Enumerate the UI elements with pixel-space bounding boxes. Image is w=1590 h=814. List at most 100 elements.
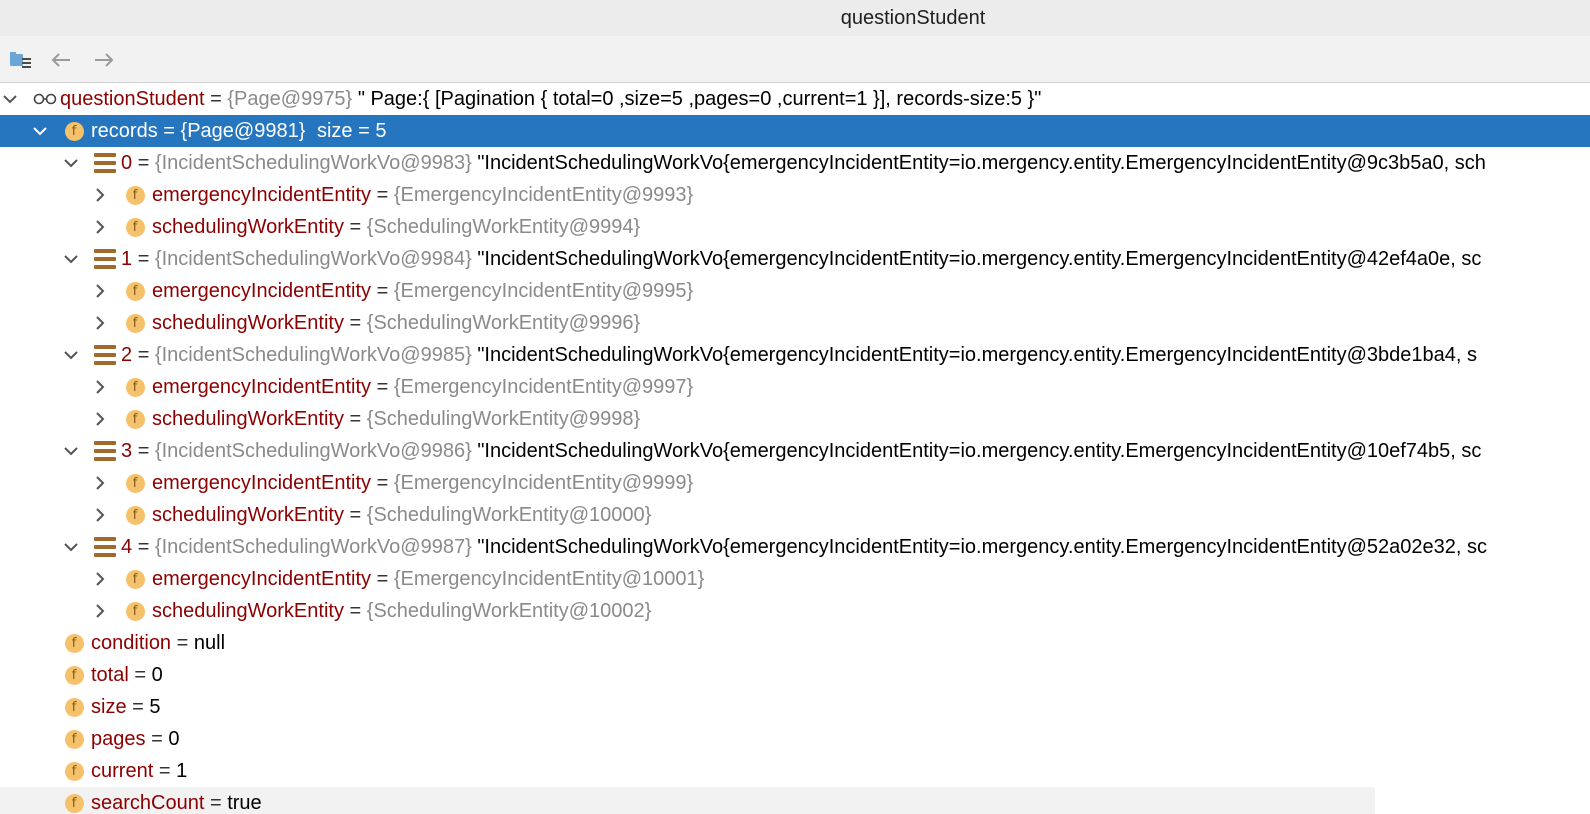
field-ref: {SchedulingWorkEntity@10002} (366, 600, 652, 622)
field-ref: {SchedulingWorkEntity@9996} (366, 312, 641, 334)
field-icon: f (64, 633, 84, 653)
variables-tree: questionStudent = {Page@9975} " Page:{ [… (0, 83, 1590, 814)
equals-sign: = (376, 472, 389, 494)
tree-row-root[interactable]: questionStudent = {Page@9975} " Page:{ [… (0, 83, 1590, 115)
array-element-icon (94, 249, 116, 269)
equals-sign: = (163, 120, 175, 142)
chevron-right-icon[interactable] (90, 281, 110, 301)
chevron-down-icon[interactable] (61, 153, 81, 173)
item-string: "IncidentSchedulingWorkVo{emergencyIncid… (477, 536, 1487, 558)
field-ref: {SchedulingWorkEntity@9994} (366, 216, 641, 238)
item-string: "IncidentSchedulingWorkVo{emergencyIncid… (477, 344, 1477, 366)
field-name: emergencyIncidentEntity (152, 184, 372, 206)
equals-sign: = (137, 248, 150, 270)
tree-row-current[interactable]: f current = 1 (0, 755, 1590, 787)
item-index: 0 (121, 152, 133, 174)
chevron-right-icon[interactable] (90, 569, 110, 589)
equals-sign: = (376, 376, 389, 398)
field-ref: {EmergencyIncidentEntity@9997} (393, 376, 694, 398)
field-ref: {EmergencyIncidentEntity@9995} (393, 280, 694, 302)
back-arrow-icon[interactable] (49, 48, 73, 72)
item-ref: {IncidentSchedulingWorkVo@9985} (154, 344, 472, 366)
field-name: pages (91, 728, 146, 750)
records-size: size = 5 (316, 120, 387, 142)
tree-row-emergency-4[interactable]: f emergencyIncidentEntity = {EmergencyIn… (0, 563, 1590, 595)
equals-sign: = (349, 504, 362, 526)
chevron-right-icon[interactable] (90, 217, 110, 237)
folder-list-icon[interactable] (9, 48, 33, 72)
root-name: questionStudent (60, 88, 205, 110)
chevron-down-icon[interactable] (0, 89, 20, 109)
field-icon: f (125, 217, 145, 237)
chevron-down-icon[interactable] (61, 345, 81, 365)
equals-sign: = (158, 760, 171, 782)
field-icon: f (125, 601, 145, 621)
equals-sign: = (349, 312, 362, 334)
tree-row-item-4[interactable]: 4 = {IncidentSchedulingWorkVo@9987} "Inc… (0, 531, 1590, 563)
field-icon: f (125, 505, 145, 525)
field-value: 0 (168, 728, 180, 750)
chevron-right-icon[interactable] (90, 409, 110, 429)
tree-row-searchcount[interactable]: f searchCount = true (0, 787, 1375, 814)
field-icon: f (64, 761, 84, 781)
field-ref: {EmergencyIncidentEntity@9999} (393, 472, 694, 494)
item-string: "IncidentSchedulingWorkVo{emergencyIncid… (477, 440, 1482, 462)
debugger-toolbar (0, 36, 1590, 83)
tree-row-scheduling-3[interactable]: f schedulingWorkEntity = {SchedulingWork… (0, 499, 1590, 531)
item-ref: {IncidentSchedulingWorkVo@9986} (154, 440, 472, 462)
chevron-right-icon[interactable] (90, 377, 110, 397)
chevron-right-icon[interactable] (90, 601, 110, 621)
tree-row-total[interactable]: f total = 0 (0, 659, 1590, 691)
field-value: 1 (176, 760, 188, 782)
tree-row-records[interactable]: f records = {Page@9981} size = 5 (0, 115, 1590, 147)
tree-row-size[interactable]: f size = 5 (0, 691, 1590, 723)
tree-row-item-3[interactable]: 3 = {IncidentSchedulingWorkVo@9986} "Inc… (0, 435, 1590, 467)
tree-row-scheduling-0[interactable]: f schedulingWorkEntity = {SchedulingWork… (0, 211, 1590, 243)
tree-row-item-0[interactable]: 0 = {IncidentSchedulingWorkVo@9983} "Inc… (0, 147, 1590, 179)
equals-sign: = (349, 600, 362, 622)
equals-sign: = (137, 152, 150, 174)
tree-row-scheduling-2[interactable]: f schedulingWorkEntity = {SchedulingWork… (0, 403, 1590, 435)
watch-glasses-icon (33, 89, 57, 109)
field-value: true (227, 792, 262, 814)
item-string: "IncidentSchedulingWorkVo{emergencyIncid… (477, 152, 1486, 174)
root-ref: {Page@9975} (227, 88, 353, 110)
field-name: schedulingWorkEntity (152, 408, 344, 430)
chevron-down-icon[interactable] (61, 441, 81, 461)
field-name: emergencyIncidentEntity (152, 376, 372, 398)
chevron-right-icon[interactable] (90, 505, 110, 525)
tree-row-emergency-1[interactable]: f emergencyIncidentEntity = {EmergencyIn… (0, 275, 1590, 307)
chevron-right-icon[interactable] (90, 473, 110, 493)
array-element-icon (94, 153, 116, 173)
chevron-right-icon[interactable] (90, 185, 110, 205)
field-name: schedulingWorkEntity (152, 504, 344, 526)
equals-sign: = (137, 344, 150, 366)
root-string: " Page:{ [Pagination { total=0 ,size=5 ,… (357, 88, 1042, 110)
item-ref: {IncidentSchedulingWorkVo@9987} (154, 536, 472, 558)
chevron-down-icon[interactable] (30, 121, 50, 141)
equals-sign: = (209, 792, 222, 814)
tree-row-emergency-0[interactable]: f emergencyIncidentEntity = {EmergencyIn… (0, 179, 1590, 211)
forward-arrow-icon[interactable] (92, 48, 116, 72)
tree-row-item-2[interactable]: 2 = {IncidentSchedulingWorkVo@9985} "Inc… (0, 339, 1590, 371)
field-icon: f (125, 569, 145, 589)
item-index: 4 (121, 536, 133, 558)
tree-row-scheduling-4[interactable]: f schedulingWorkEntity = {SchedulingWork… (0, 595, 1590, 627)
tree-row-scheduling-1[interactable]: f schedulingWorkEntity = {SchedulingWork… (0, 307, 1590, 339)
field-value: 5 (149, 696, 161, 718)
tree-row-emergency-2[interactable]: f emergencyIncidentEntity = {EmergencyIn… (0, 371, 1590, 403)
item-index: 2 (121, 344, 133, 366)
tree-row-item-1[interactable]: 1 = {IncidentSchedulingWorkVo@9984} "Inc… (0, 243, 1590, 275)
tree-row-pages[interactable]: f pages = 0 (0, 723, 1590, 755)
chevron-down-icon[interactable] (61, 249, 81, 269)
tree-row-condition[interactable]: f condition = null (0, 627, 1590, 659)
equals-sign: = (349, 216, 362, 238)
field-name: emergencyIncidentEntity (152, 472, 372, 494)
field-name: size (91, 696, 127, 718)
tree-row-emergency-3[interactable]: f emergencyIncidentEntity = {EmergencyIn… (0, 467, 1590, 499)
item-ref: {IncidentSchedulingWorkVo@9983} (154, 152, 472, 174)
chevron-down-icon[interactable] (61, 537, 81, 557)
equals-sign: = (134, 664, 147, 686)
field-name: searchCount (91, 792, 205, 814)
chevron-right-icon[interactable] (90, 313, 110, 333)
